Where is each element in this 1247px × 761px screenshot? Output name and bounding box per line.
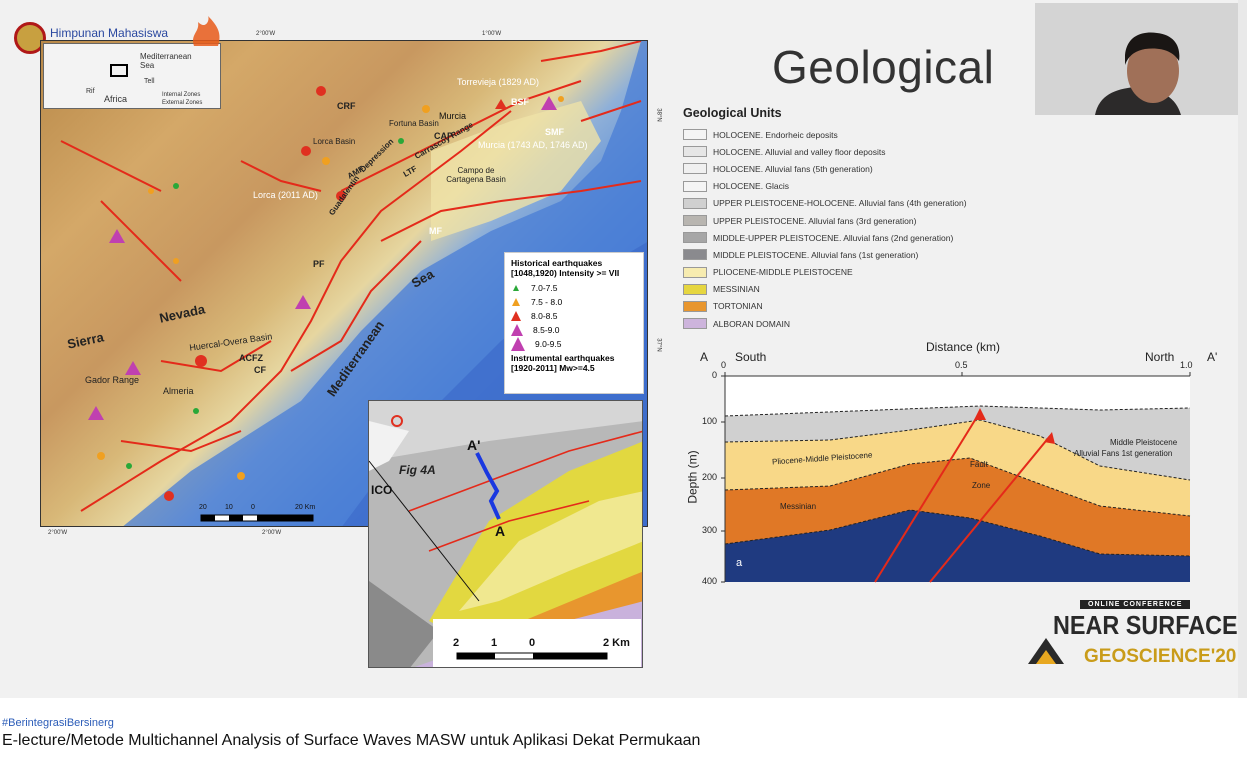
legend-item: 9.0-9.5 (511, 337, 637, 351)
unit-row: TORTONIAN (683, 298, 1033, 315)
unit-swatch (683, 129, 707, 141)
study-area-box (110, 64, 128, 77)
unit-label: MIDDLE PLEISTOCENE. Alluvial fans (1st g… (713, 249, 919, 260)
legend-item: 7.5 - 8.0 (511, 295, 637, 309)
unit-label: HOLOCENE. Alluvial and valley floor depo… (713, 146, 886, 157)
unit-row: MESSINIAN (683, 281, 1033, 298)
unit-swatch (683, 283, 707, 295)
unit-swatch (683, 197, 707, 209)
legend-item: 7.0-7.5 (511, 281, 637, 295)
video-frame[interactable]: Himpunan Mahasiswa Mediterranean Sea Afr… (0, 0, 1247, 698)
geological-units-legend: Geological Units HOLOCENE. Endorheic dep… (683, 106, 1033, 332)
unit-row: HOLOCENE. Endorheic deposits (683, 126, 1033, 143)
unit-row: ALBORAN DOMAIN (683, 315, 1033, 332)
unit-label: MIDDLE-UPPER PLEISTOCENE. Alluvial fans … (713, 232, 954, 243)
unit-swatch (683, 249, 707, 261)
unit-row: HOLOCENE. Alluvial and valley floor depo… (683, 143, 1033, 160)
unit-swatch (683, 300, 707, 312)
unit-label: PLIOCENE-MIDDLE PLEISTOCENE (713, 267, 853, 278)
unit-label: UPPER PLEISTOCENE. Alluvial fans (3rd ge… (713, 215, 917, 226)
legend-item: 8.5-9.0 (511, 323, 637, 337)
unit-row: MIDDLE-UPPER PLEISTOCENE. Alluvial fans … (683, 229, 1033, 246)
unit-label: HOLOCENE. Glacis (713, 181, 790, 192)
flame-logo (188, 16, 228, 50)
unit-swatch (683, 163, 707, 175)
unit-swatch (683, 266, 707, 278)
unit-row: MIDDLE PLEISTOCENE. Alluvial fans (1st g… (683, 246, 1033, 263)
cross-section: Distance (km) A South North A' 0 0.5 1.0… (685, 340, 1218, 586)
legend-item: 8.0-8.5 (511, 309, 637, 323)
unit-label: HOLOCENE. Endorheic deposits (713, 129, 838, 140)
unit-swatch (683, 215, 707, 227)
triangle-icon (1028, 638, 1064, 664)
presentation-slide: Himpunan Mahasiswa Mediterranean Sea Afr… (0, 0, 1238, 698)
presenter-webcam (1035, 3, 1238, 115)
video-title: E-lecture/Metode Multichannel Analysis o… (2, 732, 701, 749)
earthquake-legend: Historical earthquakes [1048,1920) Inten… (504, 252, 644, 394)
unit-swatch (683, 146, 707, 158)
unit-row: HOLOCENE. Glacis (683, 178, 1033, 195)
video-caption: #BerintegrasiBersinerg E-lecture/Metode … (0, 698, 1247, 761)
unit-swatch (683, 232, 707, 244)
unit-row: UPPER PLEISTOCENE. Alluvial fans (3rd ge… (683, 212, 1033, 229)
units-heading: Geological Units (683, 106, 782, 120)
unit-label: UPPER PLEISTOCENE-HOLOCENE. Alluvial fan… (713, 198, 967, 209)
unit-label: TORTONIAN (713, 301, 763, 312)
unit-row: UPPER PLEISTOCENE-HOLOCENE. Alluvial fan… (683, 195, 1033, 212)
unit-label: MESSINIAN (713, 284, 760, 295)
near-surface-geoscience-logo: ONLINE CONFERENCE NEAR SURFACE GEOSCIENC… (1024, 600, 1238, 672)
unit-label: HOLOCENE. Alluvial fans (5th generation) (713, 163, 873, 174)
unit-row: HOLOCENE. Alluvial fans (5th generation) (683, 160, 1033, 177)
slide-title: Geological (772, 41, 995, 93)
unit-label: ALBORAN DOMAIN (713, 318, 790, 329)
fig-4a-inset: Fig 4A ICO A' A 2 1 0 2 Km (368, 400, 643, 668)
unit-row: PLIOCENE-MIDDLE PLEISTOCENE (683, 264, 1033, 281)
unit-swatch (683, 180, 707, 192)
unit-swatch (683, 318, 707, 330)
location-inset: Mediterranean Sea Africa Rif Tell Intern… (43, 43, 221, 109)
hashtag-link[interactable]: #BerintegrasiBersinerg (2, 717, 1247, 729)
org-logo-text: Himpunan Mahasiswa (50, 26, 169, 40)
